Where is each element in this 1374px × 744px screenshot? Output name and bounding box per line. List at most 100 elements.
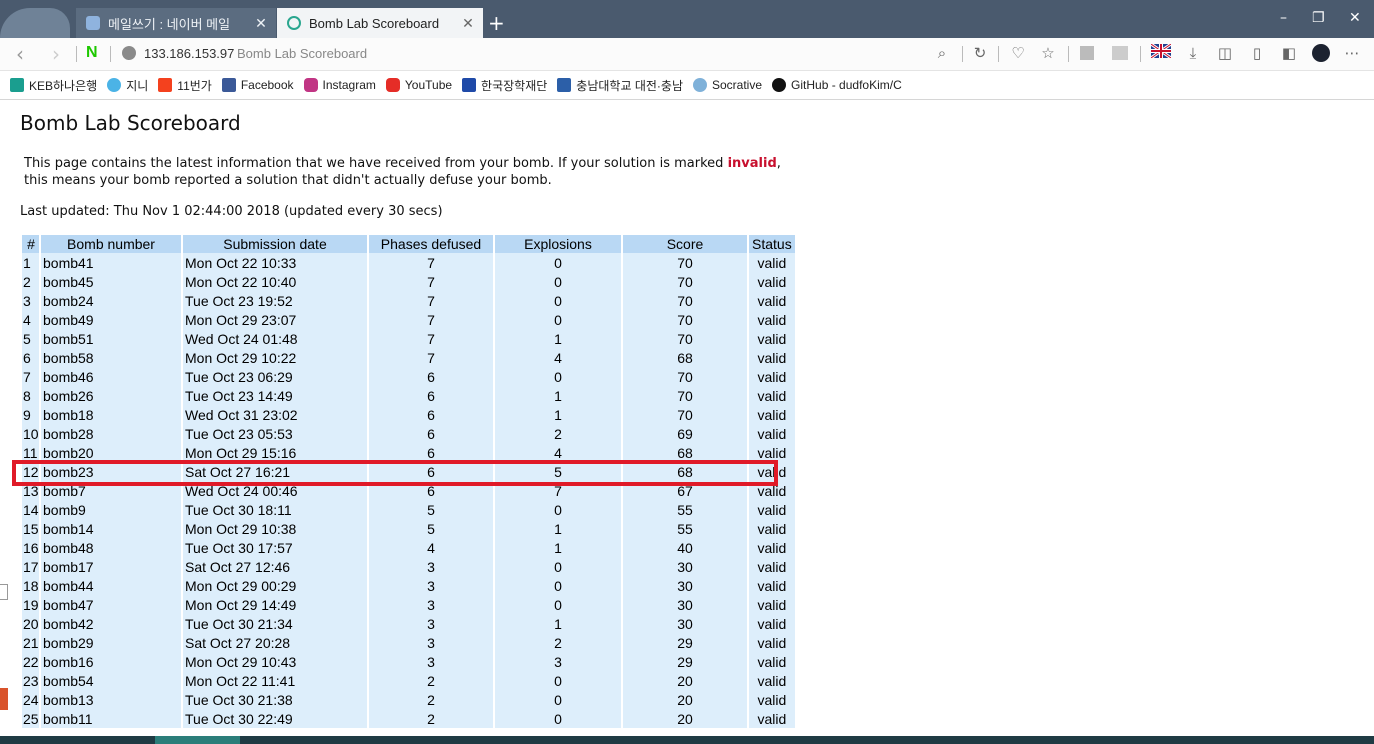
bookmark-11st[interactable]: 11번가	[158, 77, 212, 94]
menu-icon[interactable]: ⋯	[1343, 44, 1361, 62]
intro-part: ,	[776, 156, 781, 171]
extension-i-icon[interactable]	[1080, 46, 1094, 60]
cell-bomb: bomb51	[41, 329, 181, 348]
bookmark-instagram[interactable]: Instagram	[303, 78, 376, 92]
cell-phases: 6	[369, 386, 493, 405]
browser-logo[interactable]	[0, 8, 70, 38]
cell-phases: 2	[369, 690, 493, 709]
bookmark-facebook[interactable]: Facebook	[221, 78, 294, 92]
tab-naver-mail[interactable]: 메일쓰기 : 네이버 메일 ✕	[76, 8, 276, 38]
cell-rank: 4	[22, 310, 39, 329]
table-row: 24 bomb13 Tue Oct 30 21:38 2 0 20 valid	[22, 690, 795, 709]
table-row: 25 bomb11 Tue Oct 30 22:49 2 0 20 valid	[22, 709, 795, 728]
11st-icon	[158, 78, 173, 92]
bookmark-github[interactable]: GitHub - dudfoKim/C	[772, 78, 902, 92]
cell-date: Tue Oct 23 14:49	[183, 386, 367, 405]
cell-bomb: bomb18	[41, 405, 181, 424]
close-window-button[interactable]: ✕	[1349, 10, 1361, 26]
cell-date: Wed Oct 31 23:02	[183, 405, 367, 424]
bookmark-label: 11번가	[177, 78, 212, 93]
cell-rank: 16	[22, 538, 39, 557]
download-icon[interactable]: ⤓	[1184, 44, 1202, 62]
cell-rank: 20	[22, 614, 39, 633]
reader-icon[interactable]: ▯	[1248, 44, 1266, 62]
uk-flag-icon[interactable]	[1150, 42, 1172, 62]
taskbar-item[interactable]	[155, 736, 240, 744]
col-header-date: Submission date	[183, 235, 367, 253]
cell-bomb: bomb26	[41, 386, 181, 405]
url-page-title[interactable]: Bomb Lab Scoreboard	[237, 46, 367, 61]
cell-date: Mon Oct 22 11:41	[183, 671, 367, 690]
cell-status: valid	[749, 652, 795, 671]
highlight-box	[12, 460, 778, 486]
page-scrollbar[interactable]	[1360, 100, 1374, 736]
table-row: 6 bomb58 Mon Oct 29 10:22 7 4 68 valid	[22, 348, 795, 367]
zoom-icon[interactable]: ⌕	[933, 44, 951, 62]
cell-bomb: bomb49	[41, 310, 181, 329]
divider	[110, 46, 111, 62]
divider	[962, 46, 963, 62]
cell-status: valid	[749, 405, 795, 424]
site-info-icon[interactable]	[122, 46, 136, 60]
cell-status: valid	[749, 348, 795, 367]
table-row: 4 bomb49 Mon Oct 29 23:07 7 0 70 valid	[22, 310, 795, 329]
divider	[1068, 46, 1069, 62]
reload-icon[interactable]: ↻	[971, 44, 989, 62]
cell-date: Tue Oct 30 17:57	[183, 538, 367, 557]
left-edge-marker	[0, 688, 8, 710]
cell-phases: 2	[369, 709, 493, 728]
taskbar	[0, 736, 1374, 744]
url-host[interactable]: 133.186.153.97	[144, 46, 234, 61]
forward-icon[interactable]: ›	[52, 42, 60, 66]
cell-phases: 4	[369, 538, 493, 557]
bookmark-youtube[interactable]: YouTube	[385, 78, 452, 92]
bookmark-star-icon[interactable]: ☆	[1039, 44, 1057, 62]
cell-date: Mon Oct 22 10:33	[183, 253, 367, 272]
cell-status: valid	[749, 690, 795, 709]
bookmark-kosaf[interactable]: 한국장학재단	[462, 77, 547, 94]
cell-phases: 6	[369, 367, 493, 386]
bookmark-socrative[interactable]: Socrative	[693, 78, 762, 92]
cell-date: Tue Oct 30 21:38	[183, 690, 367, 709]
cell-bomb: bomb9	[41, 500, 181, 519]
cell-status: valid	[749, 367, 795, 386]
screenshot-icon[interactable]: ◫	[1216, 44, 1234, 62]
tab-bomb-lab[interactable]: Bomb Lab Scoreboard ✕	[277, 8, 483, 38]
facebook-icon	[221, 78, 236, 92]
close-tab-icon[interactable]: ✕	[459, 15, 477, 32]
bookmark-genie[interactable]: 지니	[107, 77, 148, 94]
new-tab-button[interactable]: +	[488, 11, 505, 35]
cnu-icon	[557, 78, 572, 92]
restore-button[interactable]: ❐	[1312, 10, 1325, 26]
globe-tab-icon	[287, 16, 301, 30]
close-tab-icon[interactable]: ✕	[252, 15, 270, 32]
table-row: 7 bomb46 Tue Oct 23 06:29 6 0 70 valid	[22, 367, 795, 386]
cell-rank: 10	[22, 424, 39, 443]
cell-status: valid	[749, 424, 795, 443]
bookmark-label: GitHub - dudfoKim/C	[791, 78, 902, 92]
cell-phases: 3	[369, 595, 493, 614]
cell-date: Tue Oct 23 05:53	[183, 424, 367, 443]
cell-rank: 2	[22, 272, 39, 291]
pocket-icon[interactable]: ♡	[1009, 44, 1027, 62]
bookmark-keb[interactable]: KEB하나은행	[10, 77, 97, 94]
cell-date: Mon Oct 29 10:43	[183, 652, 367, 671]
tab-label: 메일쓰기 : 네이버 메일	[108, 16, 231, 32]
back-icon[interactable]: ‹	[16, 42, 24, 66]
account-icon[interactable]	[1312, 44, 1330, 62]
minimize-button[interactable]: –	[1280, 10, 1287, 26]
cell-score: 30	[623, 576, 747, 595]
cell-score: 29	[623, 633, 747, 652]
extension-ex-icon[interactable]	[1112, 46, 1128, 60]
cell-phases: 7	[369, 329, 493, 348]
cell-score: 55	[623, 500, 747, 519]
naver-icon[interactable]: N	[86, 45, 102, 61]
cell-score: 29	[623, 652, 747, 671]
sidebar-icon[interactable]: ◧	[1280, 44, 1298, 62]
bookmark-label: 충남대학교 대전·충남	[576, 78, 683, 93]
cell-status: valid	[749, 291, 795, 310]
cell-date: Tue Oct 30 21:34	[183, 614, 367, 633]
cell-bomb: bomb16	[41, 652, 181, 671]
cell-rank: 22	[22, 652, 39, 671]
bookmark-cnu[interactable]: 충남대학교 대전·충남	[557, 77, 683, 94]
